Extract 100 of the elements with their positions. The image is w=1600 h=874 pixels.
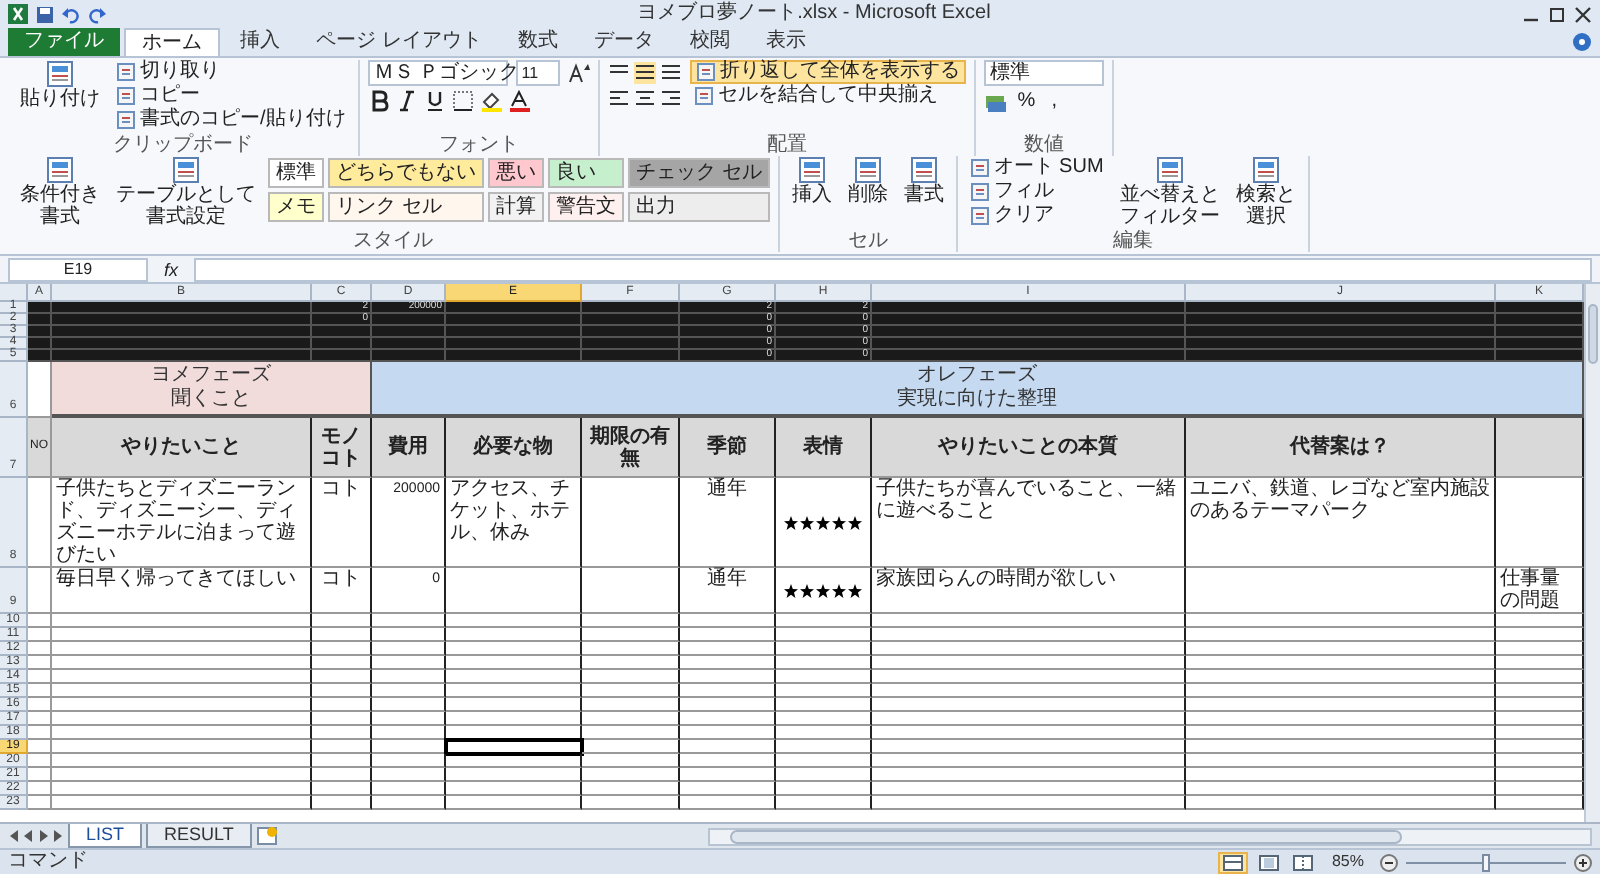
ribbon-button[interactable]: 削除 — [843, 156, 892, 230]
column-title: 期限の有無 — [582, 418, 680, 478]
view-button[interactable] — [1289, 851, 1316, 873]
zoom-in-icon[interactable] — [1574, 853, 1592, 871]
cell-style-option[interactable]: 出力 — [628, 192, 770, 222]
number-format-button[interactable]: , — [1047, 90, 1061, 114]
number-format-button[interactable]: % — [1013, 90, 1040, 114]
ribbon-button[interactable]: コピー — [112, 84, 350, 108]
zoom-out-icon[interactable] — [1380, 853, 1398, 871]
ribbon-tab[interactable]: 挿入 — [224, 28, 296, 56]
sheet-navigation-icon[interactable] — [8, 828, 64, 844]
cell-style-option[interactable]: どちらでもない — [328, 158, 484, 188]
maximize-icon[interactable] — [1548, 5, 1566, 23]
group-label: フォント — [436, 134, 521, 156]
ribbon-button[interactable]: 書式のコピー/貼り付け — [112, 108, 350, 132]
ribbon-tab[interactable]: ページ レイアウト — [300, 28, 498, 56]
number-format-dropdown[interactable]: 標準 — [983, 60, 1104, 86]
cell-style-option[interactable]: 良い — [548, 158, 624, 188]
underline-icon[interactable] — [423, 90, 446, 112]
spreadsheet-app-icon[interactable] — [8, 4, 28, 24]
slider-thumb[interactable] — [1482, 853, 1490, 871]
table-cell: 通年 — [680, 478, 776, 568]
ribbon-button[interactable]: クリア — [965, 204, 1108, 228]
align-left-icon[interactable] — [607, 88, 630, 110]
column-title: 必要な物 — [446, 418, 582, 478]
ribbon-button[interactable]: 折り返して全体を表示する — [689, 60, 966, 84]
small-sheet-icon — [693, 86, 714, 106]
ribbon-tab[interactable]: 校閲 — [673, 28, 746, 56]
selected-cell[interactable] — [446, 740, 582, 754]
vertical-scrollbar[interactable] — [1584, 284, 1600, 822]
ribbon-button[interactable]: 並べ替えと フィルター — [1115, 156, 1224, 230]
font-color-icon[interactable] — [507, 90, 530, 112]
ribbon-tab[interactable]: 表示 — [749, 28, 822, 56]
ribbon-button[interactable]: 貼り付け — [16, 60, 104, 134]
formula-input-field[interactable] — [194, 257, 1592, 281]
name-box[interactable]: E19 — [8, 257, 148, 281]
sheet-icon — [1251, 156, 1280, 184]
view-button[interactable] — [1217, 851, 1248, 873]
font-size-dropdown[interactable]: 11 — [515, 60, 560, 86]
horizontal-scrollbar[interactable] — [707, 827, 1592, 845]
ribbon-button[interactable]: テーブルとして 書式設定 — [112, 156, 260, 230]
cell-style-option[interactable]: 標準 — [268, 158, 324, 188]
sheet-tab[interactable]: RESULT — [146, 824, 252, 848]
group-label: スタイル — [350, 230, 435, 252]
cell-style-option[interactable]: 計算 — [488, 192, 544, 222]
ribbon-button[interactable]: 挿入 — [787, 156, 836, 230]
small-sheet-icon — [969, 182, 990, 202]
align-right-icon[interactable] — [659, 88, 682, 110]
bold-icon[interactable] — [367, 90, 390, 112]
phase-subtitle: 聞くこと — [171, 388, 251, 412]
redo-icon[interactable] — [88, 5, 106, 23]
ribbon-tab[interactable]: ファイル — [8, 28, 120, 56]
table-cell: アクセス、チケット、ホテル、休み — [446, 478, 582, 568]
empty-cell — [28, 568, 52, 614]
fill-color-icon[interactable] — [479, 90, 502, 112]
cell-style-option[interactable]: メモ — [268, 192, 324, 222]
table-cell: 家族団らんの時間が欲しい — [872, 568, 1186, 614]
close-icon[interactable] — [1574, 5, 1592, 23]
function-button[interactable]: fx — [156, 257, 187, 281]
undo-icon[interactable] — [62, 5, 80, 23]
ribbon-button[interactable]: 切り取り — [112, 60, 350, 84]
bottom-align-icon[interactable] — [659, 62, 682, 84]
sheet-tab[interactable]: LIST — [68, 824, 143, 848]
help-icon[interactable] — [1572, 32, 1592, 52]
ribbon-tab[interactable]: データ — [577, 28, 670, 56]
cell-style-option[interactable]: チェック セル — [628, 158, 770, 188]
small-sheet-icon — [116, 86, 136, 106]
middle-align-icon[interactable] — [633, 62, 656, 84]
save-icon[interactable] — [36, 5, 54, 23]
grow-font-icon[interactable] — [567, 62, 590, 84]
table-cell: コト — [312, 568, 372, 614]
column-title: 費用 — [372, 418, 446, 478]
empty-cell — [582, 478, 680, 568]
ribbon-button[interactable]: 検索と 選択 — [1231, 156, 1300, 230]
zoom-level: 85% — [1329, 850, 1366, 874]
ribbon-tab[interactable]: ホーム — [124, 28, 220, 56]
ribbon-button[interactable]: オート SUM — [965, 156, 1108, 180]
scrollbar-thumb[interactable] — [1588, 304, 1598, 364]
sheet-icon — [853, 156, 882, 184]
column-title: やりたいこと — [52, 418, 312, 478]
border-icon[interactable] — [451, 90, 474, 112]
italic-icon[interactable] — [395, 90, 418, 112]
column-title: やりたいことの本質 — [872, 418, 1186, 478]
cell-style-option[interactable]: リンク セル — [328, 192, 484, 222]
small-sheet-icon — [969, 158, 990, 178]
column-title: モノコト — [312, 418, 372, 478]
ribbon-button[interactable]: セルを結合して中央揃え — [689, 84, 966, 108]
scrollbar-thumb[interactable] — [729, 829, 1402, 843]
ribbon-button[interactable]: 書式 — [899, 156, 948, 230]
sheet-icon — [909, 156, 938, 184]
insert-sheet-icon[interactable] — [255, 826, 280, 846]
ribbon-button[interactable]: 条件付き 書式 — [16, 156, 104, 230]
cell-style-option[interactable]: 悪い — [488, 158, 544, 188]
align-center-icon[interactable] — [633, 88, 656, 110]
zoom-slider[interactable] — [1406, 853, 1566, 871]
view-button[interactable] — [1255, 851, 1282, 873]
ribbon-tab[interactable]: 数式 — [501, 28, 574, 56]
currency-icon[interactable] — [983, 91, 1006, 113]
cell-style-option[interactable]: 警告文 — [548, 192, 624, 222]
ribbon-button[interactable]: フィル — [965, 180, 1108, 204]
